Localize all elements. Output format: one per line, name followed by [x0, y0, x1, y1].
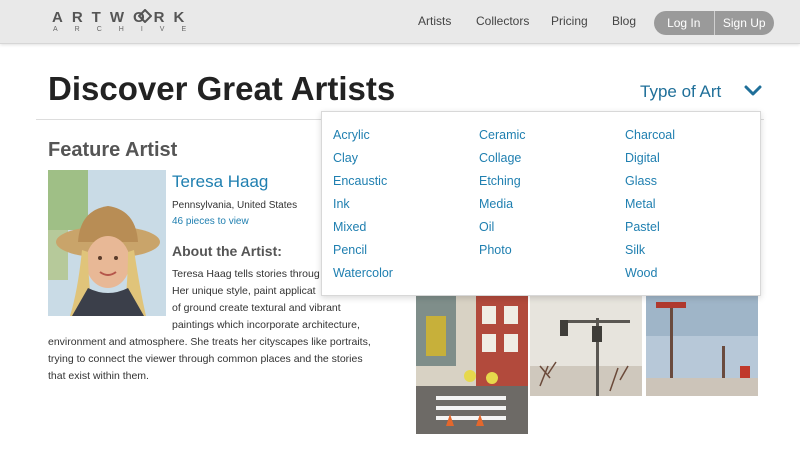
- logo-diamond-icon: [138, 9, 152, 23]
- art-type-ceramic[interactable]: Ceramic: [479, 128, 526, 142]
- art-type-digital[interactable]: Digital: [625, 151, 660, 165]
- artwork-thumbnail[interactable]: [646, 296, 758, 396]
- type-of-art-dropdown-menu: Acrylic Clay Encaustic Ink Mixed Pencil …: [321, 111, 761, 296]
- art-type-photo[interactable]: Photo: [479, 243, 512, 257]
- art-type-media[interactable]: Media: [479, 197, 513, 211]
- signup-button[interactable]: Sign Up: [715, 11, 775, 35]
- art-type-pastel[interactable]: Pastel: [625, 220, 660, 234]
- chevron-down-icon[interactable]: [744, 84, 762, 98]
- art-type-watercolor[interactable]: Watercolor: [333, 266, 393, 280]
- about-artist-heading: About the Artist:: [172, 243, 282, 259]
- bio-line: that exist within them.: [48, 370, 149, 382]
- artwork-thumbnail[interactable]: [416, 296, 528, 434]
- nav-pricing[interactable]: Pricing: [551, 14, 588, 28]
- art-type-acrylic[interactable]: Acrylic: [333, 128, 370, 142]
- artist-avatar[interactable]: [48, 170, 166, 316]
- artwork-thumbnail[interactable]: [530, 296, 642, 396]
- bio-line: environment and atmosphere. She treats h…: [48, 336, 371, 348]
- art-type-encaustic[interactable]: Encaustic: [333, 174, 387, 188]
- artist-name-link[interactable]: Teresa Haag: [172, 172, 268, 192]
- logo-subtitle: ARCHIVE: [53, 26, 204, 33]
- nav-blog[interactable]: Blog: [612, 14, 636, 28]
- art-type-oil[interactable]: Oil: [479, 220, 494, 234]
- art-type-charcoal[interactable]: Charcoal: [625, 128, 675, 142]
- artwork-traffic-light-image: [530, 296, 642, 396]
- art-type-metal[interactable]: Metal: [625, 197, 656, 211]
- art-type-mixed[interactable]: Mixed: [333, 220, 366, 234]
- nav-collectors[interactable]: Collectors: [476, 14, 529, 28]
- art-type-etching[interactable]: Etching: [479, 174, 521, 188]
- art-type-ink[interactable]: Ink: [333, 197, 350, 211]
- nav-artists[interactable]: Artists: [418, 14, 451, 28]
- artist-pieces-link[interactable]: 46 pieces to view: [172, 216, 249, 227]
- art-type-silk[interactable]: Silk: [625, 243, 645, 257]
- auth-buttons: Log In Sign Up: [654, 11, 774, 35]
- logo-wordmark: ARTWORK: [52, 9, 194, 26]
- art-type-clay[interactable]: Clay: [333, 151, 358, 165]
- page-title: Discover Great Artists: [48, 70, 396, 107]
- artwork-archive-logo[interactable]: ARTWORK ARCHIVE: [52, 9, 197, 37]
- bio-line: Her unique style, paint applicat: [172, 285, 316, 297]
- artist-location: Pennsylvania, United States: [172, 200, 298, 211]
- art-type-wood[interactable]: Wood: [625, 266, 657, 280]
- bio-line: Teresa Haag tells stories throug: [172, 268, 320, 280]
- bio-line: of ground create textural and vibrant: [172, 302, 341, 314]
- art-type-glass[interactable]: Glass: [625, 174, 657, 188]
- artwork-streetlamp-image: [646, 296, 758, 396]
- bio-line: trying to connect the viewer through com…: [48, 353, 363, 365]
- art-type-collage[interactable]: Collage: [479, 151, 521, 165]
- artwork-street-scene-image: [416, 296, 528, 434]
- artist-portrait-image: [48, 170, 166, 316]
- login-button[interactable]: Log In: [654, 11, 714, 35]
- bio-line: paintings which incorporate architecture…: [172, 319, 360, 331]
- type-of-art-dropdown-toggle[interactable]: Type of Art: [640, 82, 721, 102]
- art-type-pencil[interactable]: Pencil: [333, 243, 367, 257]
- site-header: ARTWORK ARCHIVE Artists Collectors Prici…: [0, 0, 800, 44]
- feature-artist-heading: Feature Artist: [48, 139, 178, 161]
